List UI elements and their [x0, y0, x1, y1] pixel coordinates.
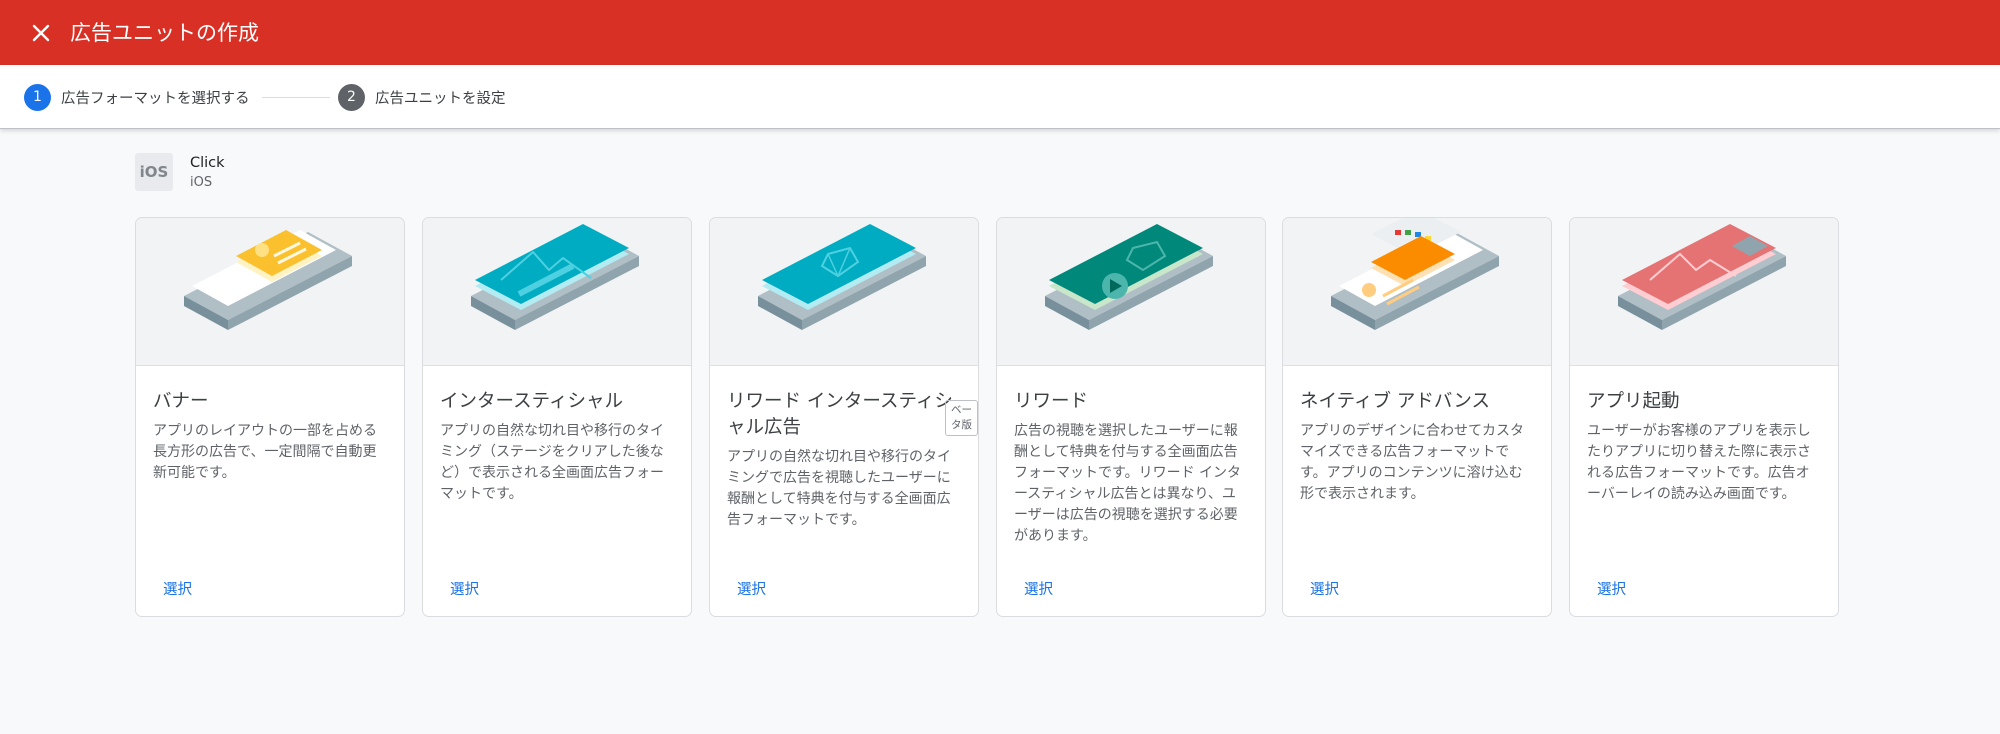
- select-button[interactable]: 選択: [1024, 578, 1053, 599]
- step-2[interactable]: 2 広告ユニットを設定: [338, 83, 506, 111]
- select-button[interactable]: 選択: [1597, 578, 1626, 599]
- step-connector: [262, 97, 330, 98]
- format-card-rewarded[interactable]: リワード 広告の視聴を選択したユーザーに報酬として特典を付与する全画面広告フォー…: [996, 217, 1266, 617]
- stepper: 1 広告フォーマットを選択する 2 広告ユニットを設定: [0, 65, 2000, 129]
- format-title: アプリ起動: [1587, 391, 1680, 412]
- app-open-illustration: [1570, 218, 1838, 366]
- step-1-number: 1: [24, 83, 51, 111]
- format-card-interstitial[interactable]: インタースティシャル アプリの自然な切れ目や移行のタイミング（ステージをクリアし…: [422, 217, 692, 617]
- close-button[interactable]: [24, 16, 58, 50]
- step-1-label: 広告フォーマットを選択する: [61, 90, 250, 107]
- rewarded-interstitial-illustration: [710, 218, 978, 366]
- format-description: 広告の視聴を選択したユーザーに報酬として特典を付与する全画面広告フォーマットです…: [1014, 423, 1242, 544]
- format-title: インタースティシャル: [440, 391, 623, 412]
- rewarded-illustration: [997, 218, 1265, 366]
- close-icon: [32, 24, 50, 42]
- format-description: アプリのデザインに合わせてカスタマイズできる広告フォーマットです。アプリのコンテ…: [1300, 423, 1524, 502]
- select-button[interactable]: 選択: [1310, 578, 1339, 599]
- select-button[interactable]: 選択: [737, 578, 766, 599]
- select-button[interactable]: 選択: [163, 578, 192, 599]
- format-title: リワード: [1014, 391, 1089, 412]
- page-title: 広告ユニットの作成: [70, 21, 259, 45]
- ios-app-icon: iOS: [135, 153, 173, 191]
- select-button[interactable]: 選択: [450, 578, 479, 599]
- format-description: アプリのレイアウトの一部を占める長方形の広告で、一定間隔で自動更新可能です。: [153, 423, 377, 481]
- format-title: バナー: [153, 391, 209, 412]
- format-title: ネイティブ アドバンス: [1300, 391, 1490, 412]
- native-advanced-illustration: [1283, 218, 1551, 366]
- format-description: アプリの自然な切れ目や移行のタイミング（ステージをクリアした後など）で表示される…: [440, 423, 664, 502]
- banner-illustration: [136, 218, 404, 366]
- beta-badge: ベータ版: [945, 400, 978, 436]
- top-app-bar: 広告ユニットの作成: [0, 0, 2000, 65]
- format-description: ユーザーがお客様のアプリを表示したりアプリに切り替えた際に表示される広告フォーマ…: [1587, 423, 1811, 502]
- app-name: Click: [190, 155, 225, 171]
- step-2-label: 広告ユニットを設定: [375, 90, 506, 107]
- format-card-banner[interactable]: バナー アプリのレイアウトの一部を占める長方形の広告で、一定間隔で自動更新可能で…: [135, 217, 405, 617]
- format-card-app-open[interactable]: アプリ起動 ユーザーがお客様のアプリを表示したりアプリに切り替えた際に表示される…: [1569, 217, 1839, 617]
- format-title: リワード インタースティシャル広告: [727, 391, 953, 438]
- app-platform: iOS: [190, 175, 213, 190]
- interstitial-illustration: [423, 218, 691, 366]
- format-card-native-advanced[interactable]: ネイティブ アドバンス アプリのデザインに合わせてカスタマイズできる広告フォーマ…: [1282, 217, 1552, 617]
- format-description: アプリの自然な切れ目や移行のタイミングで広告を視聴したユーザーに報酬として特典を…: [727, 449, 951, 528]
- format-card-rewarded-interstitial[interactable]: リワード インタースティシャル広告 ベータ版 アプリの自然な切れ目や移行のタイミ…: [709, 217, 979, 617]
- step-1[interactable]: 1 広告フォーマットを選択する: [24, 83, 250, 111]
- step-2-number: 2: [338, 83, 365, 111]
